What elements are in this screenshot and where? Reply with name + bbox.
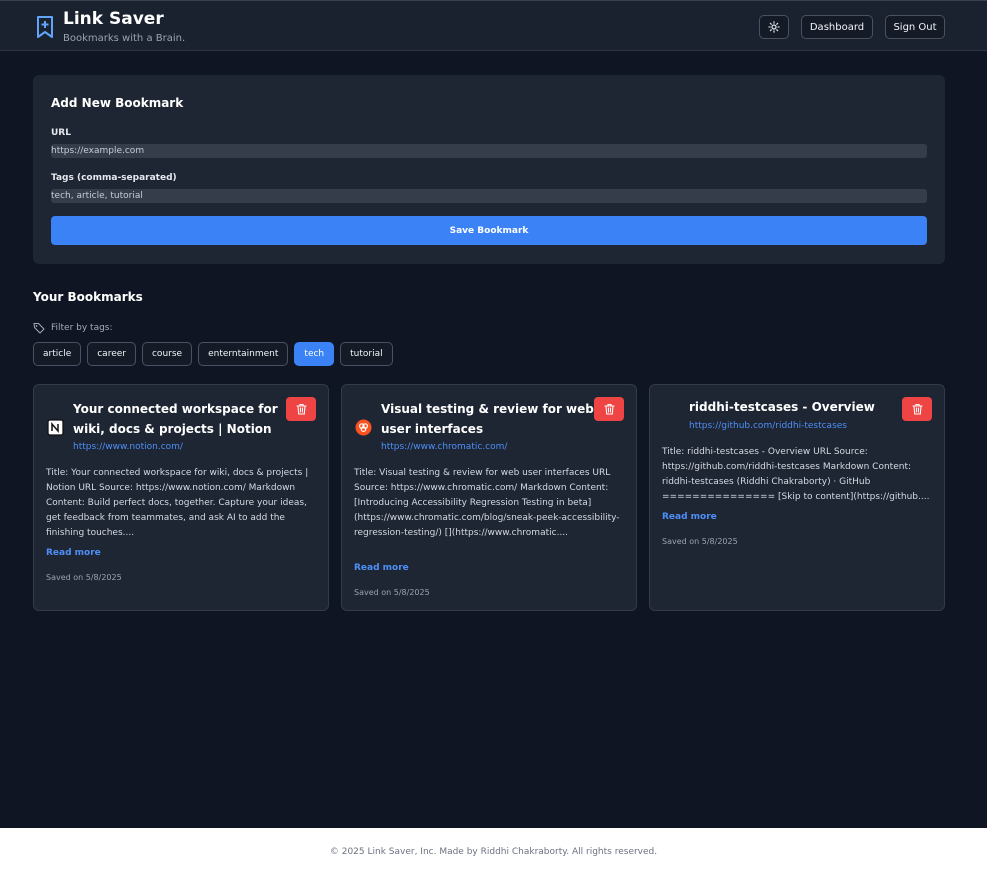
bookmark-url[interactable]: https://www.chromatic.com/ bbox=[381, 442, 507, 452]
sun-icon bbox=[768, 21, 780, 33]
bookmark-title[interactable]: riddhi-testcases - Overview bbox=[689, 397, 904, 417]
saved-date: Saved on 5/8/2025 bbox=[46, 573, 122, 582]
bookmark-description: Title: Your connected workspace for wiki… bbox=[46, 468, 309, 538]
read-more-link[interactable]: Read more bbox=[46, 548, 101, 558]
tag-filter-career[interactable]: career bbox=[87, 342, 136, 366]
sign-out-button[interactable]: Sign Out bbox=[885, 15, 945, 39]
tag-filter-tech[interactable]: tech bbox=[294, 342, 335, 366]
saved-date: Saved on 5/8/2025 bbox=[354, 588, 430, 597]
bookmark-card: Visual testing & review for web user int… bbox=[341, 384, 637, 611]
app-title: Link Saver bbox=[63, 9, 164, 29]
add-bookmark-card: Add New Bookmark URL Tags (comma-separat… bbox=[33, 75, 945, 264]
bookmark-description: Title: riddhi-testcases - Overview URL S… bbox=[662, 447, 930, 502]
bookmarks-section-title: Your Bookmarks bbox=[33, 290, 143, 304]
app-header: Link Saver Bookmarks with a Brain. Dashb… bbox=[0, 0, 987, 51]
url-label: URL bbox=[51, 128, 71, 138]
tag-filter-article[interactable]: article bbox=[33, 342, 82, 366]
url-input[interactable] bbox=[51, 144, 927, 158]
tag-filter-course[interactable]: course bbox=[141, 342, 193, 366]
notion-icon bbox=[47, 419, 64, 436]
dashboard-button[interactable]: Dashboard bbox=[801, 15, 873, 39]
add-bookmark-title: Add New Bookmark bbox=[51, 96, 184, 110]
tags-label: Tags (comma-separated) bbox=[51, 173, 177, 183]
bookmark-title[interactable]: Visual testing & review for web user int… bbox=[381, 399, 596, 439]
bookmark-card: Your connected workspace for wiki, docs … bbox=[33, 384, 329, 611]
tag-filter-enterntainment[interactable]: enterntainment bbox=[198, 342, 289, 366]
footer-text: © 2025 Link Saver, Inc. Made by Riddhi C… bbox=[329, 846, 658, 857]
save-bookmark-button[interactable]: Save Bookmark bbox=[51, 216, 927, 245]
tags-input[interactable] bbox=[51, 189, 927, 203]
trash-icon bbox=[911, 403, 923, 415]
bookmark-card: riddhi-testcases - Overview https://gith… bbox=[649, 384, 945, 611]
bookmark-plus-icon bbox=[37, 16, 53, 38]
theme-toggle-button[interactable] bbox=[759, 15, 789, 39]
tag-filter-row: Filter by tags: bbox=[33, 322, 113, 334]
delete-bookmark-button[interactable] bbox=[286, 397, 316, 421]
tag-filter-tutorial[interactable]: tutorial bbox=[340, 342, 393, 366]
trash-icon bbox=[603, 403, 615, 415]
tag-filter-list: article career course enterntainment tec… bbox=[33, 342, 393, 366]
read-more-link[interactable]: Read more bbox=[354, 563, 409, 573]
saved-date: Saved on 5/8/2025 bbox=[662, 537, 738, 546]
read-more-link[interactable]: Read more bbox=[662, 512, 717, 522]
bookmark-url[interactable]: https://github.com/riddhi-testcases bbox=[689, 421, 847, 431]
bookmark-url[interactable]: https://www.notion.com/ bbox=[73, 442, 183, 452]
bookmark-description: Title: Visual testing & review for web u… bbox=[354, 468, 620, 538]
filter-label: Filter by tags: bbox=[51, 323, 113, 333]
chromatic-icon bbox=[355, 419, 372, 436]
tag-icon bbox=[33, 323, 45, 334]
delete-bookmark-button[interactable] bbox=[594, 397, 624, 421]
delete-bookmark-button[interactable] bbox=[902, 397, 932, 421]
page-footer: © 2025 Link Saver, Inc. Made by Riddhi C… bbox=[0, 828, 987, 875]
app-subtitle: Bookmarks with a Brain. bbox=[63, 33, 186, 44]
trash-icon bbox=[295, 403, 307, 415]
bookmark-title[interactable]: Your connected workspace for wiki, docs … bbox=[73, 399, 288, 439]
